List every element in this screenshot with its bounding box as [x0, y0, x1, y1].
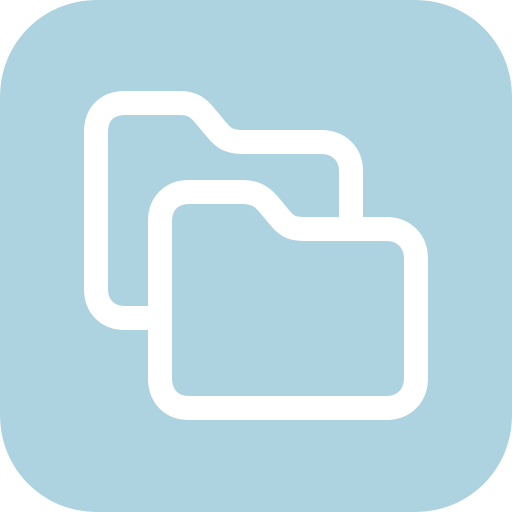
icon-background: [0, 0, 512, 512]
folders-app-icon[interactable]: [0, 0, 512, 512]
folders-icon: [0, 0, 512, 512]
